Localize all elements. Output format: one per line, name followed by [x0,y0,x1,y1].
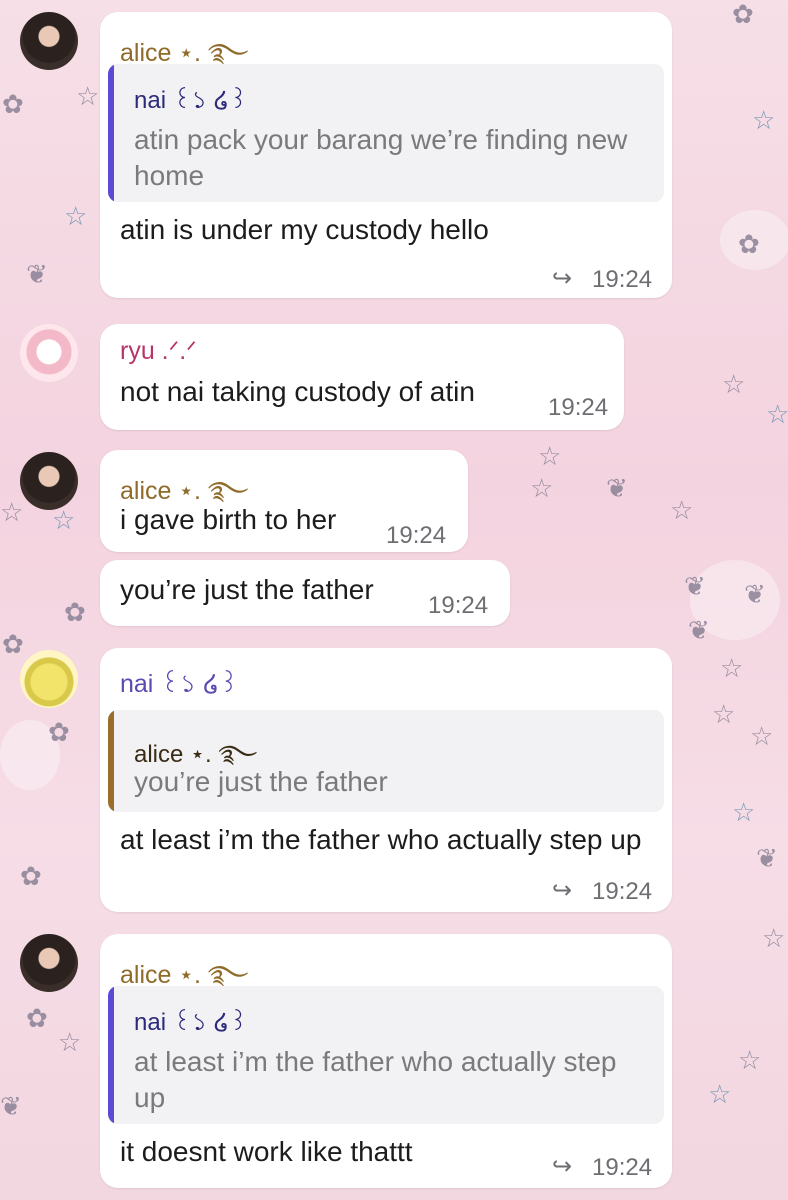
cherry-blossom-decoration-icon: ✿ [20,862,42,892]
petal-decoration-icon: ❦ [688,616,710,646]
message-text: at least i’m the father who actually ste… [120,824,642,855]
star-decoration-icon: ☆ [538,442,562,472]
star-decoration-icon: ☆ [0,498,24,528]
quote-text: atin pack your barang we’re finding new … [134,124,628,191]
star-decoration-icon: ☆ [76,82,100,112]
message-time: 19:24 [592,878,653,905]
cherry-blossom-decoration-icon: ✿ [48,718,70,748]
quote-text: you’re just the father [134,766,388,797]
message-text: not nai taking custody of atin [120,376,475,407]
avatar[interactable] [20,324,78,382]
reply-arrow-icon: ↪ [552,876,573,904]
cherry-blossom-decoration-icon: ✿ [2,90,24,120]
star-decoration-icon: ☆ [64,202,88,232]
star-decoration-icon: ☆ [720,654,744,684]
star-decoration-icon: ☆ [766,400,788,430]
star-decoration-icon: ☆ [752,106,776,136]
star-decoration-icon: ☆ [750,722,774,752]
message-text: i gave birth to her [120,504,337,535]
star-decoration-icon: ☆ [732,798,756,828]
star-decoration-icon: ☆ [670,496,694,526]
star-decoration-icon: ☆ [52,506,76,536]
star-decoration-icon: ☆ [530,474,554,504]
quote-sender: nai ꒰১ ໒꒱ [134,87,248,114]
message-text: it doesnt work like thattt [120,1136,413,1167]
reply-arrow-icon: ↪ [552,264,573,292]
reply-quote[interactable]: nai ꒰১ ໒꒱ atin pack your barang we’re fi… [108,64,664,202]
quote-bar [108,710,114,812]
message-time: 19:24 [592,1154,653,1181]
reply-quote[interactable]: nai ꒰১ ໒꒱ at least i’m the father who ac… [108,986,664,1124]
star-decoration-icon: ☆ [58,1028,82,1058]
quote-bar [108,64,114,202]
message-time: 19:24 [386,522,447,549]
message-time: 19:24 [548,394,609,421]
reply-arrow-icon: ↪ [552,1152,573,1180]
petal-decoration-icon: ❦ [684,572,706,602]
star-decoration-icon: ☆ [722,370,746,400]
cherry-blossom-decoration-icon: ✿ [732,0,754,30]
quote-sender: nai ꒰১ ໒꒱ [134,1009,248,1036]
star-decoration-icon: ☆ [762,924,786,954]
petal-decoration-icon: ❦ [744,580,766,610]
message-time: 19:24 [428,592,489,619]
quote-text: at least i’m the father who actually ste… [134,1046,617,1113]
cherry-blossom-decoration-icon: ✿ [2,630,24,660]
cherry-blossom-decoration-icon: ✿ [738,230,760,260]
petal-decoration-icon: ❦ [26,260,48,290]
avatar[interactable] [20,650,78,708]
petal-decoration-icon: ❦ [606,474,628,504]
petal-decoration-icon: ❦ [756,844,778,874]
message-time: 19:24 [592,266,653,293]
quote-bar [108,986,114,1124]
petal-decoration-icon: ❦ [0,1092,22,1122]
avatar[interactable] [20,934,78,992]
star-decoration-icon: ☆ [738,1046,762,1076]
message-text: atin is under my custody hello [120,214,489,245]
cherry-blossom-decoration-icon: ✿ [64,598,86,628]
star-decoration-icon: ☆ [712,700,736,730]
sender-name[interactable]: ryu .ᐟ.ᐟ [120,336,197,366]
avatar[interactable] [20,452,78,510]
sender-name[interactable]: nai ꒰১ ໒꒱ [120,664,239,707]
avatar[interactable] [20,12,78,70]
message-text: you’re just the father [120,574,374,605]
cherry-blossom-decoration-icon: ✿ [26,1004,48,1034]
reply-quote[interactable]: alice ⋆. ࿐ you’re just the father [108,710,664,812]
star-decoration-icon: ☆ [708,1080,732,1110]
